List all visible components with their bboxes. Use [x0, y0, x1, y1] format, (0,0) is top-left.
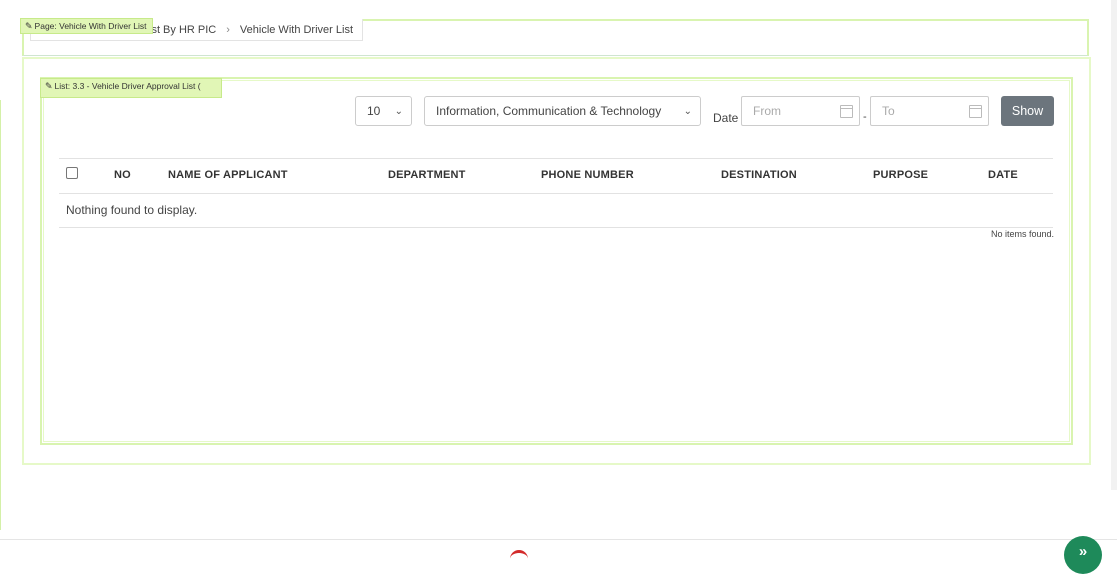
footer-divider [0, 539, 1117, 540]
date-to-input[interactable]: To [870, 96, 989, 126]
page-edit-tag[interactable]: ✎ Page: Vehicle With Driver List [20, 18, 153, 34]
date-label: Date [713, 111, 739, 125]
list-edit-tag[interactable]: ✎ List: 3.3 - Vehicle Driver Approval Li… [40, 78, 222, 98]
calendar-icon[interactable] [840, 104, 853, 118]
list-tag-label: List: 3.3 - Vehicle Driver Approval List… [54, 81, 201, 91]
table-header-top-border [59, 158, 1053, 159]
date-range-separator: - [863, 111, 867, 123]
pencil-icon: ✎ [45, 81, 53, 91]
page-tag-label: Page: Vehicle With Driver List [34, 21, 147, 31]
select-all-checkbox[interactable] [66, 167, 78, 179]
breadcrumb-item-current: Vehicle With Driver List [239, 23, 353, 36]
column-header-destination[interactable]: DESTINATION [721, 169, 797, 181]
breadcrumb-separator: › [226, 23, 230, 36]
column-header-purpose[interactable]: PURPOSE [873, 169, 928, 181]
column-header-department[interactable]: DEPARTMENT [388, 169, 466, 181]
chevron-down-icon: ⌄ [683, 105, 692, 117]
table-body-bottom-border [59, 227, 1053, 228]
double-chevron-right-icon[interactable]: » [1064, 536, 1102, 574]
page-size-value: 10 [367, 104, 381, 118]
empty-table-message: Nothing found to display. [66, 203, 198, 217]
department-select[interactable]: Information, Communication & Technology … [424, 96, 701, 126]
vertical-scrollbar[interactable] [1111, 0, 1117, 490]
date-from-placeholder: From [753, 104, 781, 118]
date-from-input[interactable]: From [741, 96, 860, 126]
footer-logo [510, 550, 528, 559]
calendar-icon[interactable] [969, 104, 982, 118]
no-items-status: No items found. [990, 229, 1054, 239]
column-header-phone-number[interactable]: PHONE NUMBER [541, 169, 634, 181]
chevron-down-icon: ⌄ [394, 105, 403, 117]
department-value: Information, Communication & Technology [436, 104, 662, 118]
column-header-name-of-applicant[interactable]: NAME OF APPLICANT [168, 169, 288, 181]
left-divider [0, 100, 1, 530]
page-size-select[interactable]: 10 ⌄ [355, 96, 412, 126]
list-component-inner-frame [43, 80, 1070, 442]
pencil-icon: ✎ [25, 21, 33, 31]
date-to-placeholder: To [882, 104, 895, 118]
show-button[interactable]: Show [1001, 96, 1054, 126]
column-header-no[interactable]: NO [114, 169, 131, 181]
column-header-date[interactable]: DATE [988, 169, 1018, 181]
table-header-bottom-border [59, 193, 1053, 194]
